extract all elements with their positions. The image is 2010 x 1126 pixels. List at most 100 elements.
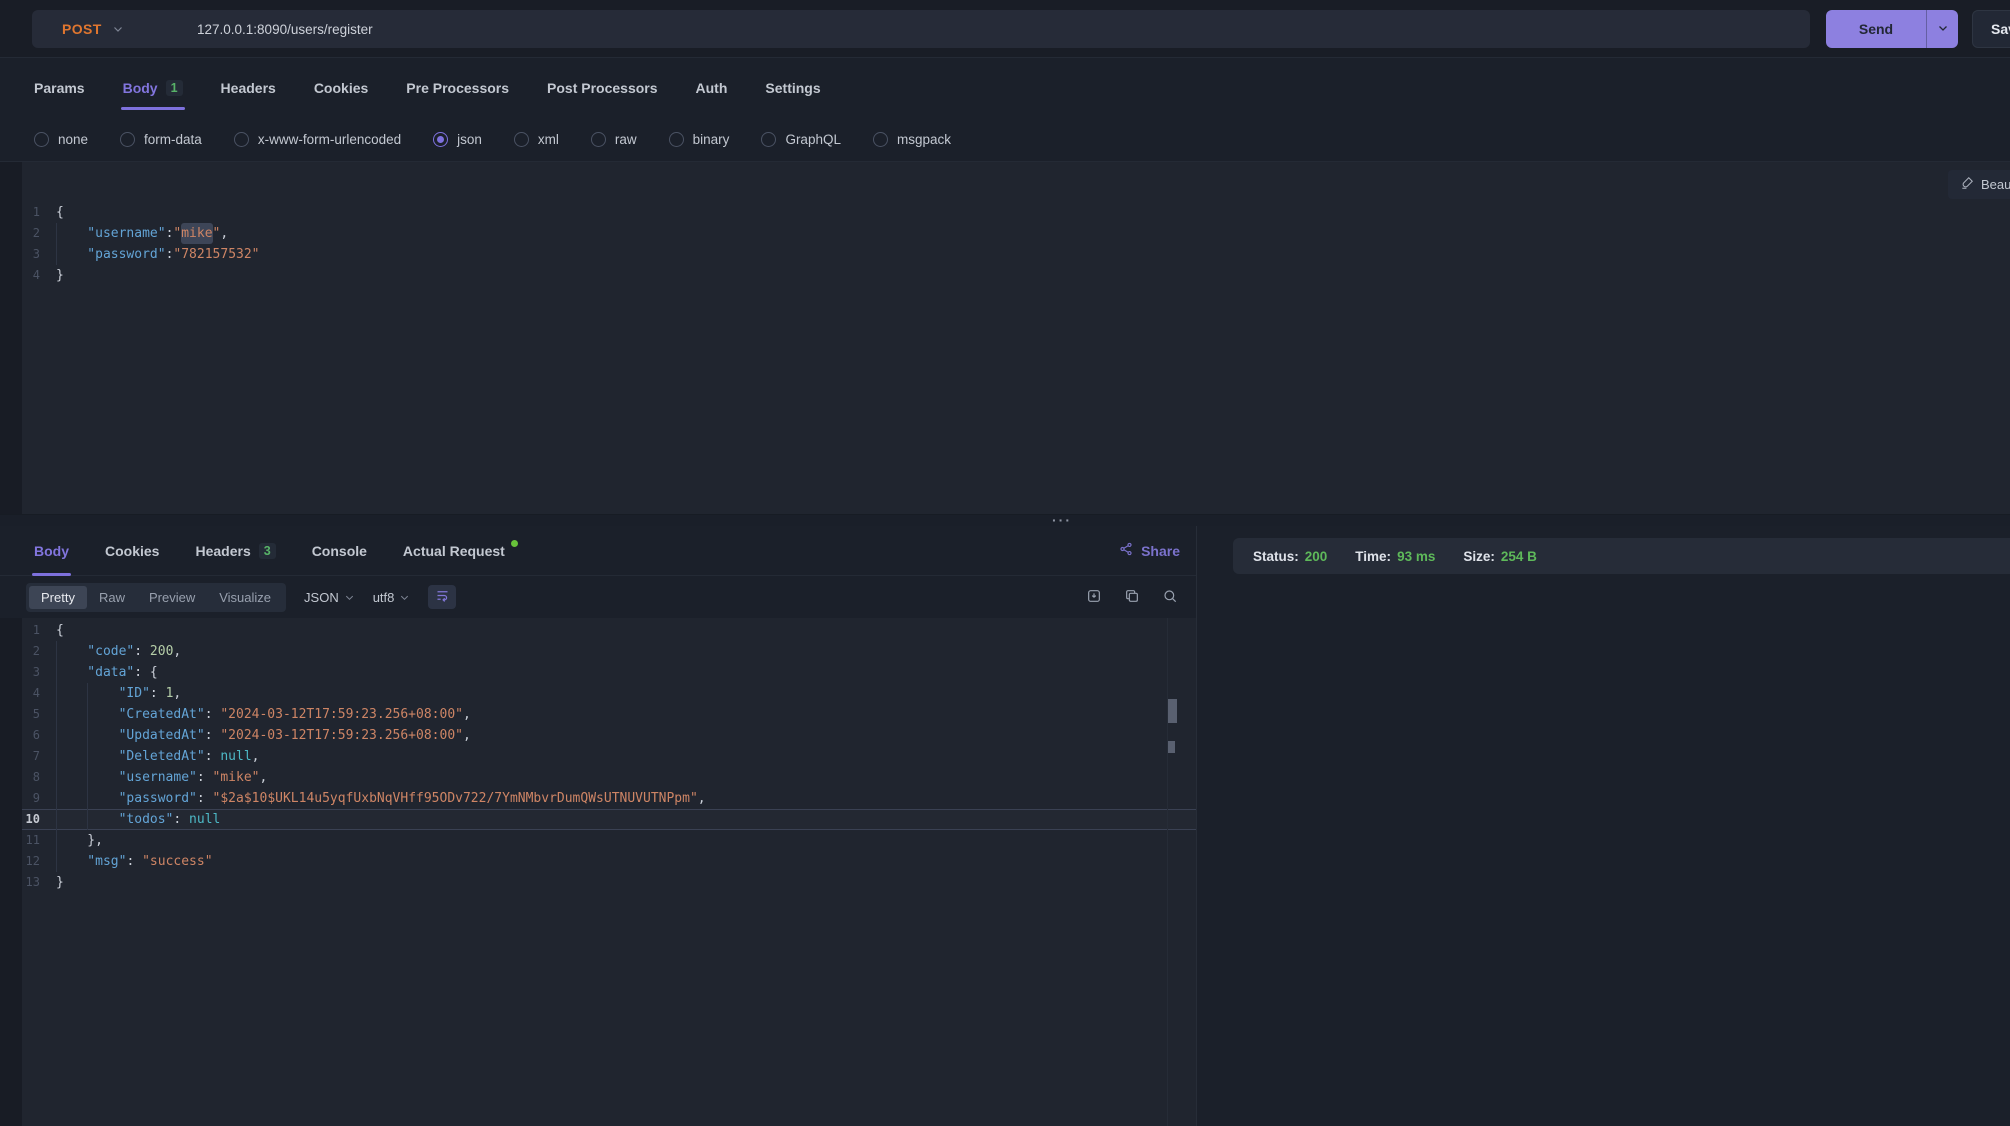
- splitter-handle-icon[interactable]: ···: [1052, 515, 1072, 525]
- beautify-button[interactable]: Beautify: [1948, 170, 2010, 199]
- response-tab-console[interactable]: Console: [312, 526, 367, 575]
- response-tab-label: Console: [312, 543, 367, 559]
- download-button[interactable]: [1086, 588, 1102, 607]
- url-input[interactable]: 127.0.0.1:8090/users/register: [197, 22, 373, 37]
- response-meta-panel: Status: 200 Time: 93 ms Size: 254 B: [1196, 526, 2010, 1126]
- code-line: 2"username":"mike",: [0, 223, 2010, 244]
- body-type-label: msgpack: [897, 132, 951, 147]
- code-text: "username":"mike",: [56, 223, 228, 244]
- response-tab-headers[interactable]: Headers3: [195, 526, 275, 575]
- response-body-viewer[interactable]: 1{2"code": 200,3"data": {4"ID": 1,5"Crea…: [0, 618, 1196, 1126]
- line-number: 10: [0, 809, 56, 830]
- token: ,: [463, 704, 471, 725]
- code-text: "CreatedAt": "2024-03-12T17:59:23.256+08…: [56, 704, 471, 725]
- indent-guide-icon: [87, 725, 118, 746]
- body-type-msgpack[interactable]: msgpack: [873, 132, 951, 147]
- share-button[interactable]: Share: [1119, 526, 1180, 575]
- response-toolbar: PrettyRawPreviewVisualize JSON utf8: [0, 576, 1196, 618]
- size-group: Size: 254 B: [1463, 549, 1537, 564]
- body-type-selector: none form-data x-www-form-urlencoded json xm…: [0, 118, 2010, 162]
- request-tab-post-processors[interactable]: Post Processors: [547, 58, 658, 118]
- response-tab-cookies[interactable]: Cookies: [105, 526, 159, 575]
- view-mode-visualize[interactable]: Visualize: [207, 586, 283, 609]
- scrollbar-annotation-mark[interactable]: [1168, 699, 1177, 723]
- request-tab-headers[interactable]: Headers: [221, 58, 276, 118]
- line-number: 11: [0, 830, 56, 851]
- language-dropdown[interactable]: JSON: [304, 590, 355, 605]
- token: "782157532": [173, 244, 259, 265]
- request-tab-settings[interactable]: Settings: [765, 58, 820, 118]
- body-type-binary[interactable]: binary: [669, 132, 730, 147]
- token: ,: [698, 788, 706, 809]
- request-body-editor[interactable]: Beautify 1{2"username":"mike",3"password…: [0, 162, 2010, 514]
- indent-guide-icon: [56, 746, 87, 767]
- token: ,: [220, 223, 228, 244]
- response-tab-label: Headers: [195, 543, 250, 559]
- line-number: 2: [0, 223, 56, 244]
- line-number: 2: [0, 641, 56, 662]
- indent-guide-icon: [87, 683, 118, 704]
- body-type-label: none: [58, 132, 88, 147]
- scrollbar-annotation-mark[interactable]: [1168, 741, 1175, 753]
- copy-button[interactable]: [1124, 588, 1140, 607]
- response-tab-actual-request[interactable]: Actual Request: [403, 526, 518, 575]
- body-type-none[interactable]: none: [34, 132, 88, 147]
- indent-guide-icon: [56, 788, 87, 809]
- request-tab-pre-processors[interactable]: Pre Processors: [406, 58, 509, 118]
- request-tab-params[interactable]: Params: [34, 58, 85, 118]
- response-code-area: 1{2"code": 200,3"data": {4"ID": 1,5"Crea…: [0, 620, 1196, 893]
- code-line: 13}: [0, 872, 1196, 893]
- token: "success": [142, 851, 212, 872]
- method-selector[interactable]: POST: [32, 21, 197, 37]
- body-type-json[interactable]: json: [433, 132, 482, 147]
- view-mode-raw[interactable]: Raw: [87, 586, 137, 609]
- line-number: 6: [0, 725, 56, 746]
- radio-circle-icon: [761, 132, 776, 147]
- radio-circle-icon: [669, 132, 684, 147]
- indent-guide-icon: [56, 809, 87, 830]
- view-mode-preview[interactable]: Preview: [137, 586, 207, 609]
- share-icon: [1119, 542, 1133, 559]
- body-type-label: x-www-form-urlencoded: [258, 132, 401, 147]
- request-tab-body[interactable]: Body1: [123, 58, 183, 118]
- body-type-xml[interactable]: xml: [514, 132, 559, 147]
- send-options-button[interactable]: [1926, 10, 1958, 48]
- save-button[interactable]: Save: [1972, 10, 2010, 48]
- request-tab-auth[interactable]: Auth: [696, 58, 728, 118]
- code-line: 12"msg": "success": [0, 851, 1196, 872]
- chevron-down-icon: [112, 23, 124, 35]
- line-number: 3: [0, 662, 56, 683]
- token: }: [56, 872, 64, 893]
- body-type-form-data[interactable]: form-data: [120, 132, 202, 147]
- body-type-graphql[interactable]: GraphQL: [761, 132, 841, 147]
- api-client-window: POST 127.0.0.1:8090/users/register Send …: [0, 0, 2010, 1126]
- token: :: [166, 223, 174, 244]
- encoding-dropdown[interactable]: utf8: [373, 590, 411, 605]
- line-number: 3: [0, 244, 56, 265]
- body-type-raw[interactable]: raw: [591, 132, 637, 147]
- response-tab-body[interactable]: Body: [34, 526, 69, 575]
- search-button[interactable]: [1162, 588, 1178, 607]
- token: : {: [134, 662, 157, 683]
- download-icon: [1086, 588, 1102, 607]
- view-mode-pretty[interactable]: Pretty: [29, 586, 87, 609]
- send-button[interactable]: Send: [1826, 10, 1926, 48]
- request-tab-cookies[interactable]: Cookies: [314, 58, 368, 118]
- panel-splitter[interactable]: ···: [0, 514, 2010, 526]
- share-label: Share: [1141, 543, 1180, 559]
- chevron-down-icon: [344, 592, 355, 603]
- token: "CreatedAt": [119, 704, 205, 725]
- token: "2024-03-12T17:59:23.256+08:00": [220, 725, 463, 746]
- body-type-x-www-form-urlencoded[interactable]: x-www-form-urlencoded: [234, 132, 401, 147]
- request-code-area[interactable]: 1{2"username":"mike",3"password":"782157…: [0, 202, 2010, 286]
- time-value: 93 ms: [1397, 549, 1435, 564]
- code-text: }: [56, 872, 64, 893]
- token: "mike": [213, 767, 260, 788]
- response-section: BodyCookiesHeaders3ConsoleActual Request…: [0, 526, 2010, 1126]
- body-type-label: binary: [693, 132, 730, 147]
- code-line: 4"ID": 1,: [0, 683, 1196, 704]
- word-wrap-button[interactable]: [428, 585, 456, 609]
- indent-guide-icon: [56, 851, 87, 872]
- token: "2024-03-12T17:59:23.256+08:00": [220, 704, 463, 725]
- token: {: [56, 620, 64, 641]
